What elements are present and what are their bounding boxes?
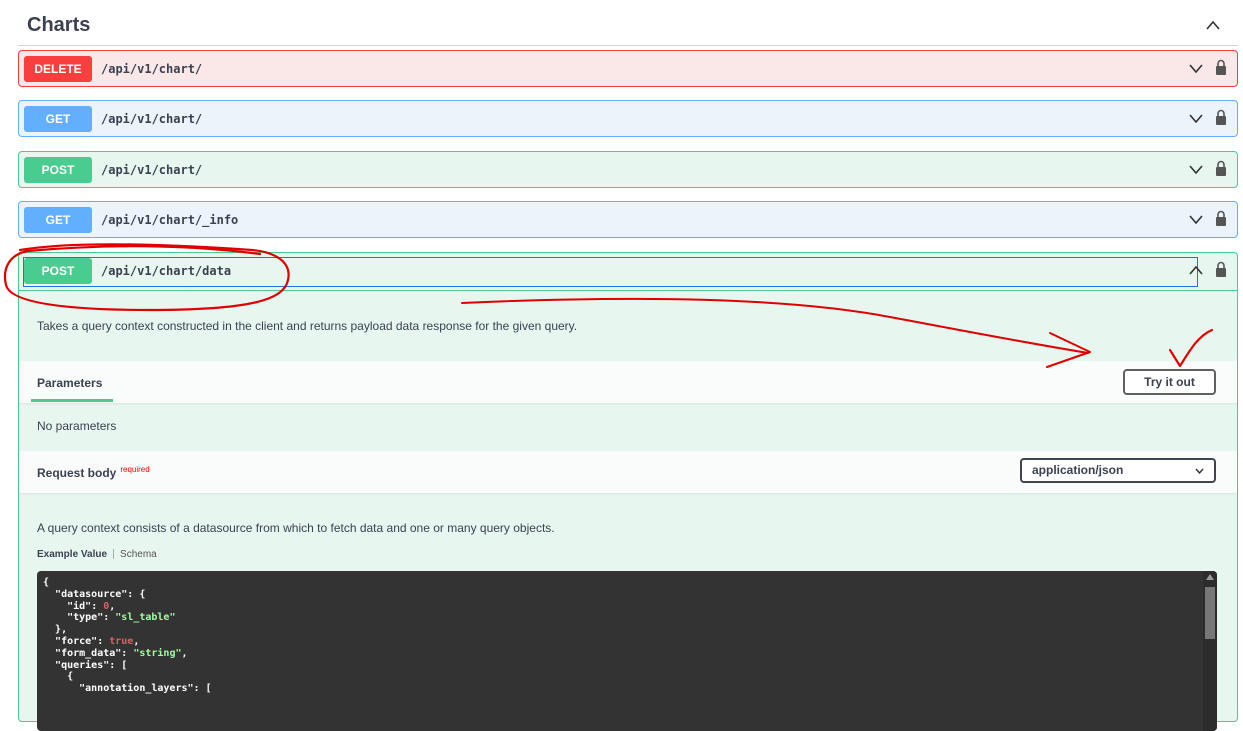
opblock-delete-chart[interactable]: DELETE /api/v1/chart/ — [18, 50, 1238, 87]
method-badge: GET — [24, 207, 92, 233]
opblock-post-chart-data: POST /api/v1/chart/data Takes a query co… — [18, 252, 1238, 731]
request-body-description: A query context consists of a datasource… — [37, 521, 555, 535]
chevron-down-icon — [1195, 468, 1204, 474]
no-parameters-text: No parameters — [37, 419, 117, 433]
chevron-down-icon[interactable] — [1189, 64, 1203, 73]
lock-icon[interactable] — [1215, 59, 1227, 76]
content-type-select[interactable]: application/json — [1020, 458, 1216, 483]
example-value-code-block[interactable]: { "datasource": { "id": 0, "type": "sl_t… — [37, 571, 1217, 731]
endpoint-path: /api/v1/chart/data — [101, 264, 232, 278]
opblock-post-chart[interactable]: POST /api/v1/chart/ — [18, 151, 1238, 188]
code-scrollbar[interactable] — [1203, 571, 1217, 731]
method-badge: DELETE — [24, 56, 92, 82]
request-body-title: Request body required — [37, 465, 150, 480]
lock-icon[interactable] — [1215, 210, 1227, 227]
lock-icon[interactable] — [1215, 109, 1227, 126]
method-badge: GET — [24, 106, 92, 132]
example-schema-tabs: Example Value Schema — [37, 549, 157, 560]
chevron-up-icon[interactable] — [1189, 266, 1203, 275]
request-body-header: Request body required application/json — [19, 451, 1237, 493]
endpoint-path: /api/v1/chart/ — [101, 112, 203, 126]
required-badge: required — [120, 465, 150, 474]
request-body-label: Request body — [37, 466, 117, 480]
code-content: { "datasource": { "id": 0, "type": "sl_t… — [43, 577, 212, 695]
try-it-out-button[interactable]: Try it out — [1123, 369, 1216, 395]
section-title: Charts — [27, 14, 91, 36]
lock-icon[interactable] — [1215, 261, 1227, 278]
scroll-thumb[interactable] — [1205, 587, 1215, 639]
tab-separator — [113, 549, 115, 560]
chevron-down-icon[interactable] — [1189, 215, 1203, 224]
section-header[interactable]: Charts — [18, 8, 1238, 46]
tab-schema[interactable]: Schema — [120, 549, 157, 560]
lock-icon[interactable] — [1215, 160, 1227, 177]
chevron-down-icon[interactable] — [1189, 114, 1203, 123]
endpoint-path: /api/v1/chart/ — [101, 62, 203, 76]
divider — [19, 290, 1237, 291]
method-badge: POST — [24, 258, 92, 284]
endpoint-path: /api/v1/chart/ — [101, 163, 203, 177]
parameters-header: Parameters Try it out — [19, 361, 1237, 403]
chevron-down-icon[interactable] — [1189, 165, 1203, 174]
tab-underline — [31, 399, 113, 402]
method-badge: POST — [24, 157, 92, 183]
operation-description: Takes a query context constructed in the… — [37, 319, 578, 333]
opblock-get-chart[interactable]: GET /api/v1/chart/ — [18, 100, 1238, 137]
content-type-value: application/json — [1032, 463, 1124, 477]
chevron-up-icon[interactable] — [1206, 20, 1220, 30]
opblock-get-chart-info[interactable]: GET /api/v1/chart/_info — [18, 201, 1238, 238]
parameters-tab[interactable]: Parameters — [37, 376, 102, 390]
endpoint-path: /api/v1/chart/_info — [101, 213, 239, 227]
scroll-up-icon[interactable] — [1206, 574, 1214, 580]
tab-example-value[interactable]: Example Value — [37, 549, 107, 560]
